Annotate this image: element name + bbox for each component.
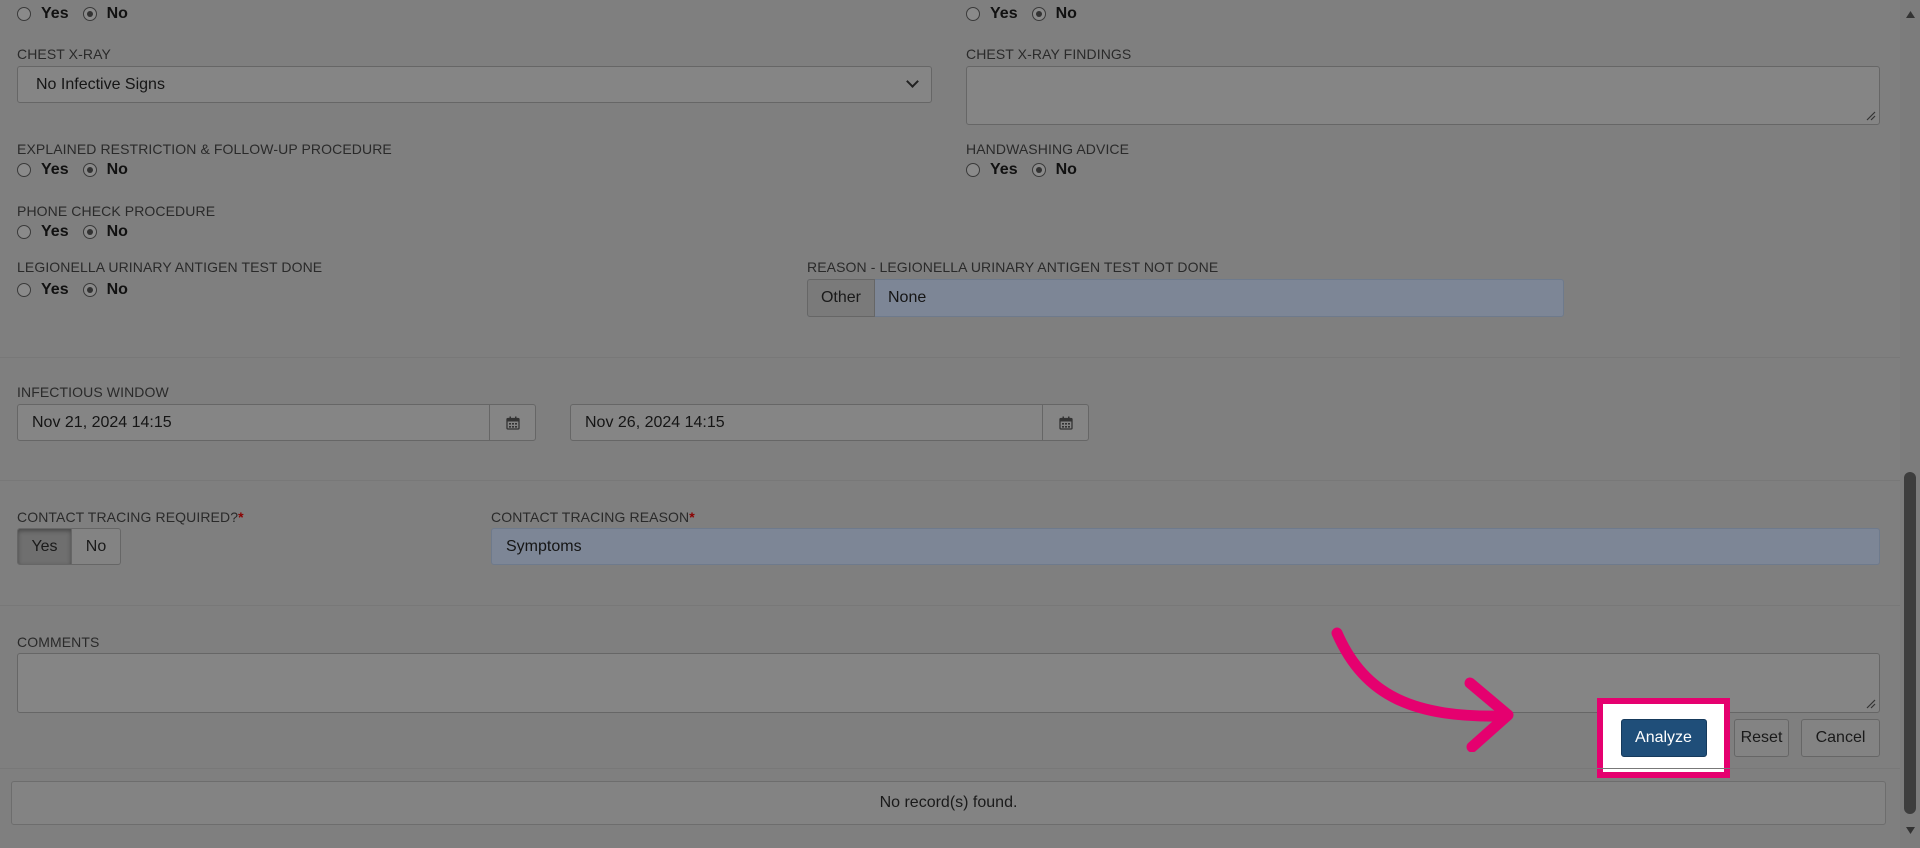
contact-tracing-yes-button[interactable]: Yes	[17, 528, 72, 565]
legionella-label: LEGIONELLA URINARY ANTIGEN TEST DONE	[17, 259, 323, 275]
contact-tracing-reason-value: Symptoms	[506, 538, 582, 555]
legionella-reason-value: None	[888, 289, 927, 306]
analyze-highlight: Analyze	[1597, 698, 1730, 778]
scroll-up-icon[interactable]	[1905, 10, 1916, 19]
section-divider	[0, 480, 1900, 481]
top-left-no-radio[interactable]	[82, 7, 97, 21]
handwashing-yes-radio[interactable]	[966, 163, 980, 177]
handwashing-label: HANDWASHING ADVICE	[966, 141, 1130, 157]
resize-grip-icon	[1866, 699, 1876, 709]
contact-tracing-no-button[interactable]: No	[72, 528, 121, 565]
section-divider	[0, 605, 1900, 606]
comments-label: COMMENTS	[17, 634, 100, 650]
infectious-window-start-value: Nov 21, 2024 14:15	[32, 414, 172, 431]
chest-xray-findings-label: CHEST X-RAY FINDINGS	[966, 46, 1132, 62]
cancel-button[interactable]: Cancel	[1801, 719, 1880, 757]
legionella-no-radio[interactable]	[82, 283, 97, 297]
explained-restriction-radio-group: Yes No	[17, 161, 128, 179]
legionella-radio-group: Yes No	[17, 281, 128, 299]
scrollbar-thumb[interactable]	[1904, 472, 1916, 814]
calendar-icon[interactable]	[1042, 405, 1088, 440]
explained-restriction-no-radio[interactable]	[82, 163, 97, 177]
phone-check-yes-radio[interactable]	[17, 225, 31, 239]
chest-xray-label: CHEST X-RAY	[17, 46, 111, 62]
top-left-yes-radio[interactable]	[17, 7, 31, 21]
chevron-down-icon	[906, 75, 919, 88]
calendar-icon[interactable]	[489, 405, 535, 440]
infectious-window-end-input[interactable]: Nov 26, 2024 14:15	[570, 404, 1089, 441]
top-right-radio-group: Yes No	[966, 5, 1077, 23]
scroll-down-icon[interactable]	[1905, 826, 1916, 835]
arrow-annotation-icon	[1331, 627, 1514, 752]
section-divider	[0, 768, 1900, 769]
legionella-reason-label: REASON - LEGIONELLA URINARY ANTIGEN TEST…	[807, 259, 1219, 275]
legionella-yes-radio[interactable]	[17, 283, 31, 297]
contact-tracing-reason-label: CONTACT TRACING REASON*	[491, 509, 695, 525]
chest-xray-select[interactable]: No Infective Signs	[17, 66, 932, 103]
top-left-radio-group: Yes No	[17, 5, 128, 23]
top-right-no-radio[interactable]	[1031, 7, 1046, 21]
legionella-reason-input[interactable]: Other None	[807, 279, 1564, 317]
resize-grip-icon	[1866, 111, 1876, 121]
contact-tracing-reason-input[interactable]: Symptoms	[491, 528, 1880, 565]
section-divider	[0, 357, 1900, 358]
vertical-scrollbar[interactable]	[1900, 0, 1920, 848]
phone-check-label: PHONE CHECK PROCEDURE	[17, 203, 216, 219]
top-right-yes-radio[interactable]	[966, 7, 980, 21]
contact-tracing-required-label: CONTACT TRACING REQUIRED?*	[17, 509, 244, 525]
analyze-highlight-inner: Analyze	[1603, 704, 1724, 772]
infectious-window-start-input[interactable]: Nov 21, 2024 14:15	[17, 404, 536, 441]
chest-xray-findings-textarea[interactable]	[966, 66, 1880, 125]
explained-restriction-label: EXPLAINED RESTRICTION & FOLLOW-UP PROCED…	[17, 141, 392, 157]
legionella-reason-other-addon[interactable]: Other	[807, 279, 875, 317]
explained-restriction-yes-radio[interactable]	[17, 163, 31, 177]
analyze-button[interactable]: Analyze	[1620, 719, 1707, 757]
handwashing-radio-group: Yes No	[966, 161, 1077, 179]
records-status-bar: No record(s) found.	[11, 781, 1886, 825]
infectious-window-label: INFECTIOUS WINDOW	[17, 384, 169, 400]
phone-check-radio-group: Yes No	[17, 223, 128, 241]
handwashing-no-radio[interactable]	[1031, 163, 1046, 177]
infectious-window-end-value: Nov 26, 2024 14:15	[585, 414, 725, 431]
reset-button[interactable]: Reset	[1734, 719, 1789, 757]
status-message: No record(s) found.	[879, 794, 1018, 811]
phone-check-no-radio[interactable]	[82, 225, 97, 239]
chest-xray-value: No Infective Signs	[36, 76, 165, 93]
contact-tracing-toggle-group: Yes No	[17, 528, 121, 565]
